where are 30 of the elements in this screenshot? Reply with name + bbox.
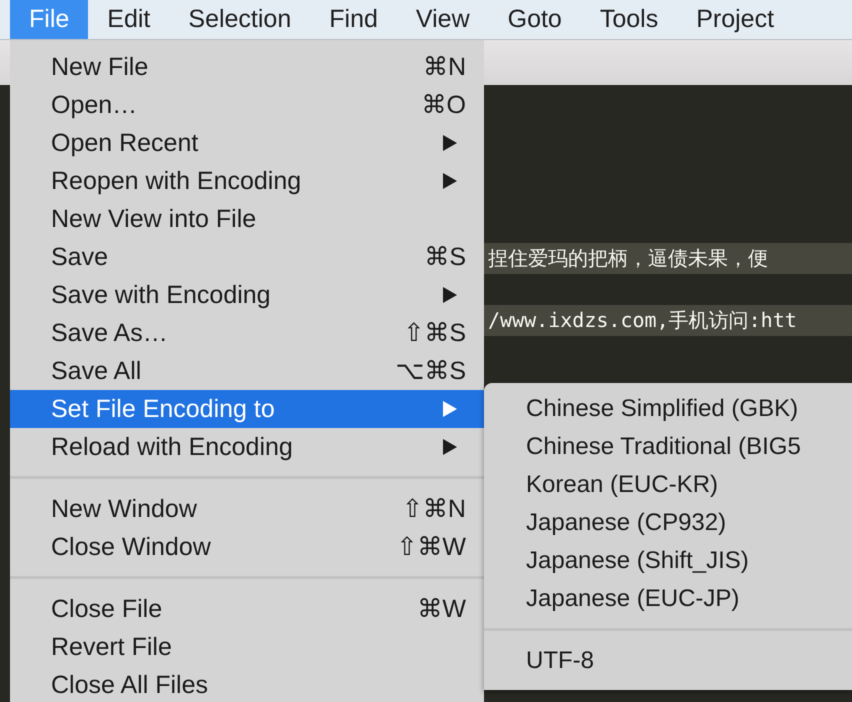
menu-item[interactable]: Close Window ⇧⌘W [10, 528, 484, 566]
menu-item[interactable]: Japanese (EUC-JP) [484, 580, 852, 618]
menu-title[interactable]: Find [310, 0, 397, 39]
menu-item[interactable]: Japanese (Shift_JIS) [484, 542, 852, 580]
menu-item[interactable]: New File ⌘N [10, 48, 484, 86]
menu-title[interactable]: Tools [580, 0, 678, 39]
menu-item[interactable]: Close All Files [10, 666, 484, 702]
menu-item[interactable]: Japanese (CP932) [484, 504, 852, 542]
menu-title[interactable]: Selection [169, 0, 310, 39]
menu-item[interactable]: Reopen with Encoding [10, 162, 484, 200]
menu-item[interactable]: Open Recent [10, 124, 484, 162]
menu-item[interactable]: Set File Encoding to [10, 390, 484, 428]
menu-item[interactable]: Reload with Encoding [10, 428, 484, 466]
menu-item[interactable]: Save As… ⇧⌘S [10, 314, 484, 352]
menu-item[interactable]: Open… ⌘O [10, 86, 484, 124]
menu-item[interactable]: Korean (EUC-KR) [484, 466, 852, 504]
menu-title[interactable]: View [396, 0, 489, 39]
menu-item[interactable]: Revert File [10, 628, 484, 666]
menu-item[interactable]: New View into File [10, 200, 484, 238]
menu-title[interactable]: Edit [88, 0, 170, 39]
menu-item[interactable]: Chinese Traditional (BIG5 [484, 428, 852, 466]
menu-title[interactable]: Goto [488, 0, 581, 39]
menu-item[interactable]: Save ⌘S [10, 238, 484, 276]
menu-item[interactable]: Chinese Simplified (GBK) [484, 390, 852, 428]
menu-title[interactable]: Project [677, 0, 794, 39]
menu-item[interactable]: New Window ⇧⌘N [10, 490, 484, 528]
menu-item[interactable]: UTF-8 [484, 642, 852, 680]
menu-item[interactable]: Save All ⌥⌘S [10, 352, 484, 390]
menu-item[interactable]: Close File ⌘W [10, 590, 484, 628]
menu-item[interactable]: Save with Encoding [10, 276, 484, 314]
